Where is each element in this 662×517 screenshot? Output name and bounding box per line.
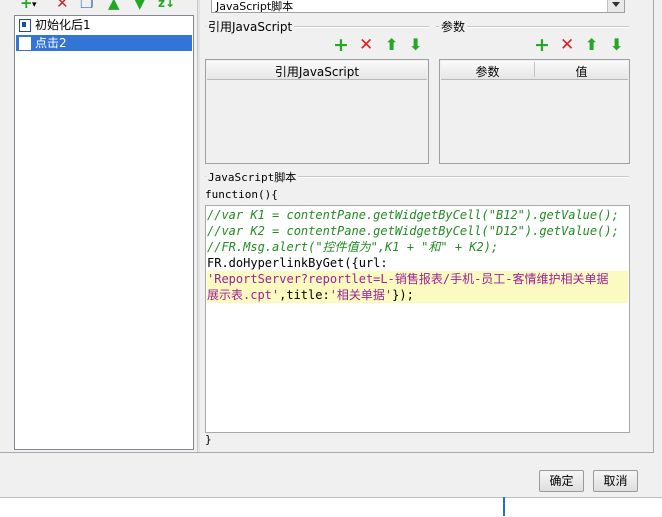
code-plain: }); bbox=[392, 288, 414, 302]
list-item[interactable]: 点击2 bbox=[16, 35, 192, 51]
event-icon bbox=[19, 19, 31, 32]
move-up-icon[interactable]: ⬆ bbox=[385, 36, 398, 54]
delete-icon[interactable]: ✕ bbox=[560, 36, 574, 54]
code-string: 展示表.cpt' bbox=[207, 288, 280, 302]
delete-icon[interactable]: ✕ bbox=[56, 0, 69, 10]
chevron-down-icon[interactable] bbox=[607, 0, 624, 12]
list-item-label: 点击2 bbox=[35, 36, 67, 50]
sort-icon[interactable]: z↓ bbox=[158, 0, 175, 10]
param-group-title: 参数 bbox=[439, 18, 468, 35]
list-item-label: 初始化后1 bbox=[35, 18, 91, 32]
function-footer: } bbox=[205, 433, 212, 446]
background-window bbox=[0, 497, 662, 517]
code-line: //var K2 = contentPane.getWidgetByCell("… bbox=[207, 224, 619, 238]
event-list[interactable]: 初始化后1 点击2 bbox=[14, 15, 194, 450]
function-header: function(){ bbox=[205, 188, 278, 201]
ok-button[interactable]: 确定 bbox=[539, 470, 584, 492]
move-down-icon[interactable]: ⬇ bbox=[409, 36, 422, 54]
cell-border bbox=[503, 497, 505, 516]
code-line: //FR.Msg.alert("控件值为",K1 + "和" + K2); bbox=[207, 240, 499, 254]
ref-toolbar: + ✕ ⬆ ⬇ bbox=[333, 36, 433, 56]
code-editor[interactable]: //var K1 = contentPane.getWidgetByCell("… bbox=[205, 205, 630, 433]
code-line: //var K1 = contentPane.getWidgetByCell("… bbox=[207, 208, 619, 222]
type-select-value: JavaScript脚本 bbox=[216, 0, 294, 13]
move-up-icon[interactable]: ▲ bbox=[108, 0, 120, 10]
splitter[interactable] bbox=[197, 0, 200, 452]
move-down-icon[interactable]: ⬇ bbox=[610, 36, 623, 54]
param-toolbar: + ✕ ⬆ ⬇ bbox=[534, 36, 634, 56]
add-icon[interactable]: + bbox=[534, 36, 550, 55]
code-line: FR.doHyperlinkByGet({url: bbox=[207, 256, 388, 270]
add-icon[interactable]: + bbox=[333, 36, 349, 55]
delete-icon[interactable]: ✕ bbox=[359, 36, 373, 54]
list-item[interactable]: 初始化后1 bbox=[16, 17, 192, 33]
column-header[interactable]: 引用JavaScript bbox=[207, 63, 427, 80]
code-line: 展示表.cpt',title:'相关单据'}); bbox=[207, 287, 628, 303]
add-icon[interactable]: + bbox=[20, 0, 33, 10]
ref-js-table[interactable]: 引用JavaScript bbox=[205, 59, 429, 164]
code-string: '相关单据' bbox=[329, 288, 393, 302]
move-up-icon[interactable]: ⬆ bbox=[585, 36, 598, 54]
dropdown-arrow-icon[interactable]: ▾ bbox=[32, 0, 37, 10]
event-icon bbox=[19, 37, 31, 50]
type-select[interactable]: JavaScript脚本 bbox=[211, 0, 625, 13]
table-header: 参数 值 bbox=[441, 61, 628, 80]
move-down-icon[interactable]: ▼ bbox=[134, 0, 146, 10]
column-header-value[interactable]: 值 bbox=[535, 63, 628, 80]
copy-icon[interactable]: ❐ bbox=[80, 0, 93, 10]
table-header: 引用JavaScript bbox=[207, 61, 427, 80]
cancel-button[interactable]: 取消 bbox=[593, 470, 638, 492]
code-plain: ,title: bbox=[279, 288, 330, 302]
left-toolbar: + ▾ ✕ ❐ ▲ ▼ z↓ bbox=[18, 0, 188, 10]
param-table[interactable]: 参数 值 bbox=[439, 59, 630, 164]
ref-group-title: 引用JavaScript bbox=[206, 18, 295, 35]
code-line: 'ReportServer?reportlet=L-销售报表/手机-员工-客情维… bbox=[207, 271, 628, 287]
column-header-param[interactable]: 参数 bbox=[441, 63, 534, 80]
script-group-title: JavaScript脚本 bbox=[206, 169, 299, 185]
